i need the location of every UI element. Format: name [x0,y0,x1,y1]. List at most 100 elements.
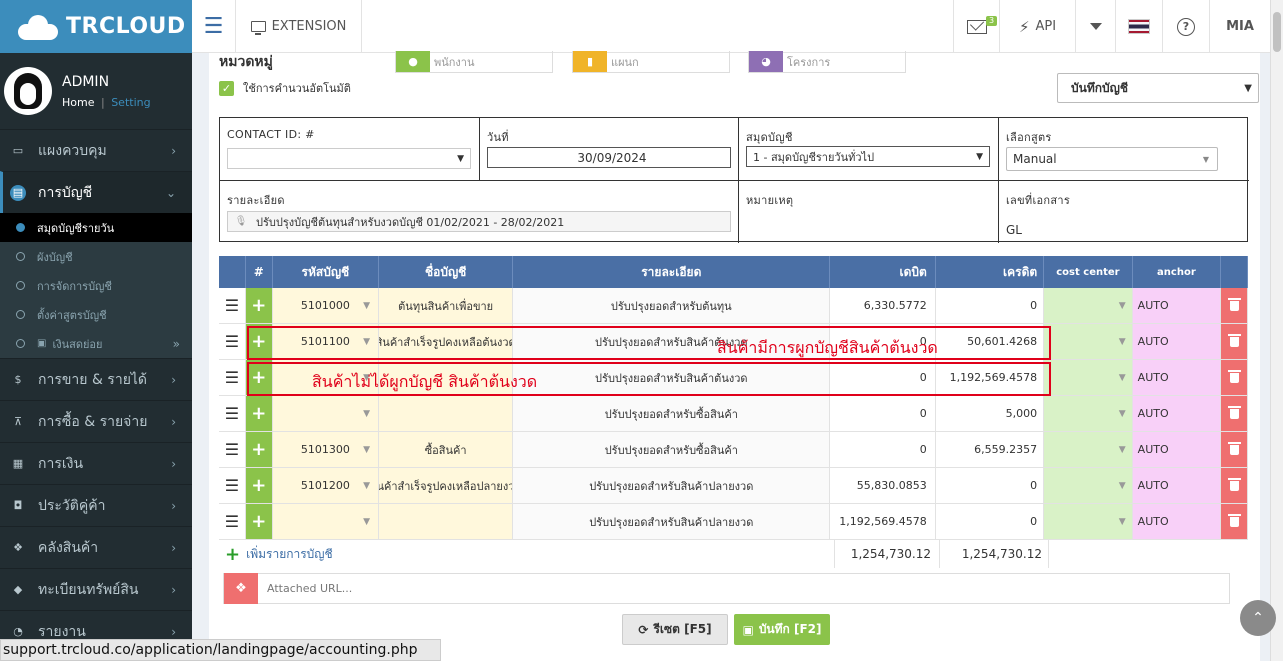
credit-cell[interactable]: 50,601.4268 [936,324,1045,359]
sidebar-subitem-journal[interactable]: สมุดบัญชีรายวัน [0,213,192,242]
sidebar-item-purchases[interactable]: ⊼ การซื้อ & รายจ่าย › [0,400,192,442]
scrollbar-thumb[interactable] [1273,12,1281,52]
language-button[interactable] [1115,0,1162,53]
credit-cell[interactable]: 0 [936,468,1045,503]
delete-row-button[interactable] [1221,432,1249,467]
drag-handle-icon[interactable]: ☰ [219,324,246,359]
cost-center-select[interactable]: ▼ [1044,468,1133,503]
employee-field[interactable]: ● พนักงาน [395,51,553,73]
delete-row-button[interactable] [1221,468,1249,503]
account-name-cell[interactable]: ต้นทุนสินค้าเพื่อขาย [379,288,514,323]
project-field[interactable]: ◕ โครงการ [748,51,906,73]
sidebar-item-dashboard[interactable]: ▭ แผงควบคุม › [0,129,192,171]
detail-input[interactable]: 🎙 ปรับปรุงบัญชีต้นทุนสำหรับงวดบัญชี 01/0… [227,211,731,232]
scroll-to-top-button[interactable]: ⌃ [1240,600,1276,636]
account-name-cell[interactable] [379,396,514,431]
account-code-select[interactable]: ▼ [272,504,380,539]
description-cell[interactable]: ปรับปรุงยอดสำหรับสินค้าปลายงวด [513,504,831,539]
anchor-cell[interactable]: AUTO [1132,360,1222,395]
insert-row-button[interactable]: + [245,360,273,395]
account-code-select[interactable]: ▼ [272,396,380,431]
help-button[interactable]: ? [1162,0,1209,53]
mail-button[interactable]: 3 [953,0,999,53]
user-menu[interactable]: MIA [1209,0,1270,53]
cost-center-select[interactable]: ▼ [1044,324,1133,359]
cost-center-select[interactable]: ▼ [1044,360,1133,395]
credit-cell[interactable]: 1,192,569.4578 [936,360,1045,395]
extension-button[interactable]: EXTENSION [236,0,362,53]
setting-link[interactable]: Setting [111,96,150,109]
cost-center-select[interactable]: ▼ [1044,288,1133,323]
sidebar-subitem-petty-cash[interactable]: ▣ เงินสดย่อย » [0,329,192,358]
account-code-select[interactable]: 5101100 ▼ [272,324,380,359]
drag-handle-icon[interactable]: ☰ [219,432,246,467]
menu-toggle-button[interactable]: ☰ [192,0,236,53]
sidebar-subitem-formula-settings[interactable]: ตั้งค่าสูตรบัญชี [0,300,192,329]
drag-handle-icon[interactable]: ☰ [219,396,246,431]
sidebar-subitem-account-management[interactable]: การจัดการบัญชี [0,271,192,300]
insert-row-button[interactable]: + [245,468,273,503]
anchor-cell[interactable]: AUTO [1132,396,1222,431]
home-link[interactable]: Home [62,96,94,109]
credit-cell[interactable]: 0 [936,504,1045,539]
sidebar-item-contacts[interactable]: ◘ ประวัติคู่ค้า › [0,484,192,526]
delete-row-button[interactable] [1221,396,1249,431]
date-input[interactable]: 30/09/2024 [487,147,731,168]
insert-row-button[interactable]: + [245,288,273,323]
account-code-select[interactable]: 5101300 ▼ [272,432,380,467]
debit-cell[interactable]: 0 [830,396,936,431]
account-name-cell[interactable]: สินค้าสำเร็จรูปคงเหลือต้นงวด [379,324,514,359]
credit-cell[interactable]: 0 [936,288,1045,323]
description-cell[interactable]: ปรับปรุงยอดสำหรับต้นทุน [513,288,831,323]
delete-row-button[interactable] [1221,288,1249,323]
description-cell[interactable]: ปรับปรุงยอดสำหรับซื้อสินค้า [513,432,831,467]
dropbox-icon[interactable]: ❖ [224,573,258,604]
description-cell[interactable]: ปรับปรุงยอดสำหรับสินค้าปลายงวด [513,468,831,503]
drag-handle-icon[interactable]: ☰ [219,360,246,395]
insert-row-button[interactable]: + [245,504,273,539]
sidebar-item-accounting[interactable]: ▤ การบัญชี ⌄ [0,171,192,213]
sidebar-subitem-chart-of-accounts[interactable]: ผังบัญชี [0,242,192,271]
delete-row-button[interactable] [1221,504,1249,539]
cost-center-select[interactable]: ▼ [1044,396,1133,431]
account-name-cell[interactable]: ซื้อสินค้า [379,432,514,467]
drag-handle-icon[interactable]: ☰ [219,468,246,503]
save-button[interactable]: ▣ บันทึก [F2] [734,614,830,645]
account-name-cell[interactable]: สินค้าสำเร็จรูปคงเหลือปลายงวด [379,468,514,503]
insert-row-button[interactable]: + [245,432,273,467]
debit-cell[interactable]: 1,192,569.4578 [830,504,936,539]
add-row-link[interactable]: + เพิ่มรายการบัญชี [219,540,834,568]
cost-center-select[interactable]: ▼ [1044,432,1133,467]
remark-cell[interactable]: หมายเหตุ [739,181,999,243]
account-name-cell[interactable] [379,504,514,539]
api-button[interactable]: ⚡ API [999,0,1075,53]
debit-cell[interactable]: 0 [830,432,936,467]
account-code-select[interactable]: 5101000 ▼ [272,288,380,323]
description-cell[interactable]: ปรับปรุงยอดสำหรับสินค้าต้นงวด [513,360,831,395]
credit-cell[interactable]: 5,000 [936,396,1045,431]
drag-handle-icon[interactable]: ☰ [219,504,246,539]
insert-row-button[interactable]: + [245,324,273,359]
sidebar-item-finance[interactable]: ▦ การเงิน › [0,442,192,484]
contact-select[interactable]: ▼ [227,148,471,169]
page-scrollbar[interactable] [1270,0,1283,661]
insert-row-button[interactable]: + [245,396,273,431]
formula-select[interactable]: Manual ▼ [1006,147,1218,171]
sidebar-item-assets[interactable]: ◆ ทะเบียนทรัพย์สิน › [0,568,192,610]
sidebar-item-inventory[interactable]: ❖ คลังสินค้า › [0,526,192,568]
journal-select[interactable]: 1 - สมุดบัญชีรายวันทั่วไป ▼ [746,146,990,167]
delete-row-button[interactable] [1221,360,1249,395]
department-field[interactable]: ▮ แผนก [572,51,730,73]
auto-calc-toggle[interactable]: ✓ ใช้การคำนวนอัตโนมัติ [219,79,351,97]
credit-cell[interactable]: 6,559.2357 [936,432,1045,467]
description-cell[interactable]: ปรับปรุงยอดสำหรับซื้อสินค้า [513,396,831,431]
cost-center-select[interactable]: ▼ [1044,504,1133,539]
anchor-cell[interactable]: AUTO [1132,432,1222,467]
checkbox-checked-icon[interactable]: ✓ [219,80,234,96]
anchor-cell[interactable]: AUTO [1132,324,1222,359]
save-mode-select[interactable]: บันทึกบัญชี ▼ [1057,73,1259,103]
logo[interactable]: TRCLOUD [0,0,192,53]
delete-row-button[interactable] [1221,324,1249,359]
drag-handle-icon[interactable]: ☰ [219,288,246,323]
debit-cell[interactable]: 55,830.0853 [830,468,936,503]
